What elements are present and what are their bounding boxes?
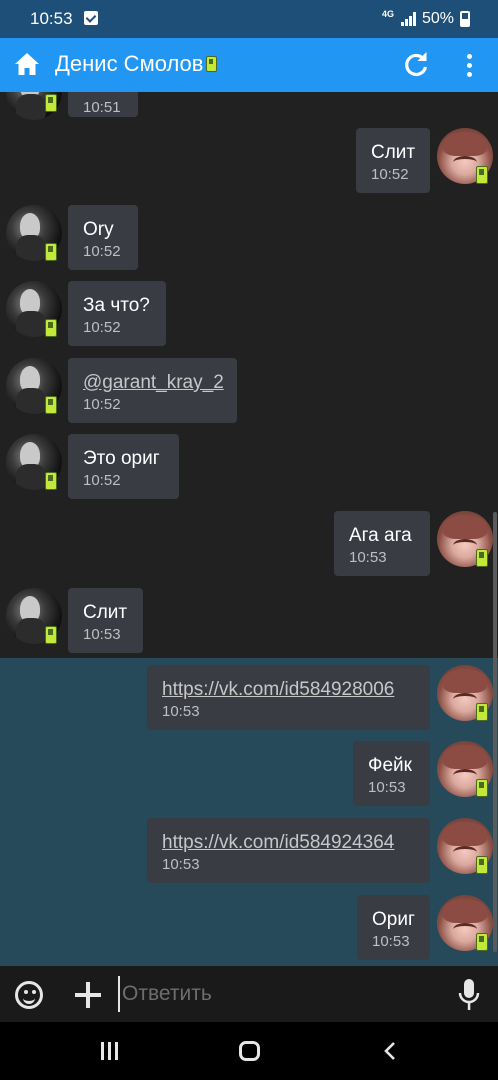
mobile-badge-icon [476,166,488,184]
emoji-icon[interactable] [15,981,43,1009]
mobile-badge-icon [476,549,488,567]
home-nav-icon[interactable] [239,1041,260,1061]
reply-input[interactable] [118,976,438,1012]
message-text: Это ориг [83,448,160,469]
more-vert-icon[interactable] [464,52,476,78]
home-icon[interactable] [14,52,40,76]
message-bubble[interactable]: Ориг 10:53 [357,895,430,960]
recents-icon[interactable] [101,1042,121,1060]
plus-icon[interactable] [75,982,101,1008]
battery-percent: 50% [422,10,455,27]
message-time: 10:53 [162,703,200,720]
message-bubble[interactable]: Это ориг 10:52 [68,434,179,499]
mobile-badge-icon [45,396,57,414]
message-time: 10:53 [372,933,410,950]
message-link[interactable]: https://vk.com/id584928006 [162,679,394,701]
mobile-badge-icon [45,243,57,261]
status-time: 10:53 [30,9,73,28]
scrollbar[interactable] [493,512,497,952]
message-time: 10:52 [371,166,409,183]
status-bar: 10:53 4G 50% [0,0,498,38]
message-text: Слит [371,142,416,163]
message-time: 10:51 [83,99,121,116]
message-text: Слит [83,602,128,623]
message-time: 10:52 [83,319,121,336]
message-time: 10:53 [349,549,387,566]
message-text: За что? [83,295,150,316]
message-bubble[interactable]: https://vk.com/id584924364 10:53 [147,818,430,883]
message-bubble[interactable]: Ory 10:52 [68,205,138,270]
mobile-badge-icon [476,779,488,797]
signal-icon [401,12,416,26]
message-text: Фейк [368,755,412,776]
message-bubble[interactable]: Ага ага 10:53 [334,511,430,576]
message-bubble[interactable]: За что? 10:52 [68,281,166,346]
mobile-badge-icon [45,626,57,644]
refresh-icon[interactable] [403,52,429,78]
mention-link[interactable]: @garant_kray_2 [83,372,224,394]
notification-check-icon [84,11,98,25]
message-bubble[interactable]: https://vk.com/id584928006 10:53 [147,665,430,730]
message-text: Ага ага [349,525,412,546]
mobile-badge-icon [476,703,488,721]
message-link[interactable]: https://vk.com/id584924364 [162,832,394,854]
composer [0,966,498,1022]
battery-icon [460,11,470,27]
message-time: 10:52 [83,472,121,489]
message-time: 10:53 [162,856,200,873]
message-bubble[interactable]: Слит 10:52 [356,128,430,193]
message-text: Ory [83,219,114,240]
message-bubble[interactable]: 10:51 [68,92,138,117]
message-bubble[interactable]: Слит 10:53 [68,588,143,653]
message-list[interactable]: 10:51 Слит 10:52 Ory 10:52 За что? 10:52… [0,92,498,966]
message-bubble[interactable]: @garant_kray_2 10:52 [68,358,237,423]
toolbar: Денис Смолов [0,38,498,92]
mobile-badge-icon [45,319,57,337]
mobile-badge-icon [45,94,57,112]
mobile-badge-icon [206,56,218,72]
mobile-badge-icon [476,933,488,951]
network-type: 4G [382,9,395,19]
message-time: 10:53 [368,779,406,796]
page-title: Денис Смолов [55,51,218,77]
message-bubble[interactable]: Фейк 10:53 [353,741,430,806]
system-nav-bar [0,1022,498,1080]
contact-name: Денис Смолов [55,51,204,76]
mobile-badge-icon [45,472,57,490]
message-time: 10:52 [83,243,121,260]
back-icon[interactable] [383,1042,397,1060]
mobile-badge-icon [476,856,488,874]
mic-icon[interactable] [457,978,481,1012]
message-time: 10:52 [83,396,121,413]
message-text: Ориг [372,909,415,930]
message-time: 10:53 [83,626,121,643]
